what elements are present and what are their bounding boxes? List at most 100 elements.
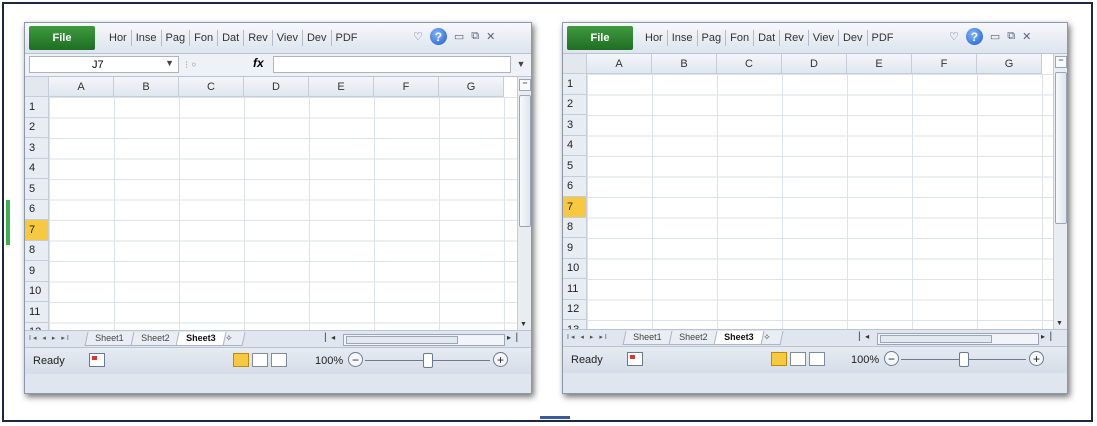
row-header-11[interactable]: 11 <box>25 302 49 323</box>
sheet-tab-3[interactable]: Sheet3 <box>713 331 765 345</box>
column-header-d[interactable]: D <box>782 54 847 74</box>
horizontal-scroll-thumb[interactable] <box>880 335 992 343</box>
tab-insert[interactable]: Inse <box>666 30 697 46</box>
tab-home[interactable]: Hor <box>641 30 667 46</box>
zoom-out-icon[interactable]: − <box>348 352 363 367</box>
expand-formula-bar-icon[interactable]: ▼ <box>515 56 527 73</box>
column-header-f[interactable]: F <box>912 54 977 74</box>
row-header-1[interactable]: 1 <box>563 74 587 95</box>
tab-insert[interactable]: Inse <box>130 30 161 46</box>
help-icon[interactable]: ? <box>429 28 447 45</box>
tab-review[interactable]: Rev <box>779 30 808 46</box>
zoom-level[interactable]: 100% <box>315 355 343 367</box>
sheet-tab-2[interactable]: Sheet2 <box>668 331 718 345</box>
horizontal-scroll-thumb[interactable] <box>346 336 458 344</box>
file-tab[interactable]: File <box>567 26 633 50</box>
insert-sheet-icon[interactable]: ✧ <box>760 331 784 345</box>
restore-icon[interactable]: ⧉ <box>471 30 479 43</box>
column-header-d[interactable]: D <box>244 77 309 97</box>
normal-view-icon[interactable] <box>233 353 249 367</box>
cells-area[interactable] <box>49 97 517 330</box>
scroll-right-icon[interactable]: ▸▕ <box>1041 332 1051 341</box>
column-header-b[interactable]: B <box>652 54 717 74</box>
select-all-corner[interactable] <box>563 54 587 74</box>
page-break-view-icon[interactable] <box>271 353 287 367</box>
row-header-10[interactable]: 10 <box>563 258 587 279</box>
vertical-scroll-thumb[interactable] <box>1055 72 1067 224</box>
row-header-2[interactable]: 2 <box>563 94 587 115</box>
horizontal-scrollbar[interactable] <box>877 333 1039 345</box>
row-header-10[interactable]: 10 <box>25 281 49 302</box>
ribbon-minimize-icon[interactable]: ♡ <box>413 30 423 43</box>
page-layout-view-icon[interactable] <box>790 352 806 366</box>
column-header-a[interactable]: A <box>587 54 652 74</box>
row-header-8[interactable]: 8 <box>25 240 49 261</box>
horizontal-scrollbar[interactable] <box>343 334 505 346</box>
scroll-down-icon[interactable]: ▼ <box>520 321 527 328</box>
tab-page-layout[interactable]: Pag <box>160 30 190 46</box>
row-header-4[interactable]: 4 <box>563 135 587 156</box>
row-header-11[interactable]: 11 <box>563 279 587 300</box>
row-header-1[interactable]: 1 <box>25 97 49 118</box>
scroll-left-icon[interactable]: ▏◂ <box>325 333 335 342</box>
row-header-6[interactable]: 6 <box>25 199 49 220</box>
vertical-scrollbar[interactable]: ═ ▼ <box>1053 54 1067 329</box>
row-header-12[interactable]: 12 <box>563 299 587 320</box>
tab-pdf[interactable]: PDF <box>330 30 362 46</box>
row-header-2[interactable]: 2 <box>25 117 49 138</box>
page-layout-view-icon[interactable] <box>252 353 268 367</box>
row-header-7[interactable]: 7 <box>563 197 587 218</box>
split-box-icon[interactable]: ═ <box>519 79 531 91</box>
zoom-in-icon[interactable]: + <box>493 352 508 367</box>
zoom-slider-thumb[interactable] <box>423 353 433 368</box>
file-tab[interactable]: File <box>29 26 95 50</box>
column-header-e[interactable]: E <box>309 77 374 97</box>
column-header-b[interactable]: B <box>114 77 179 97</box>
sheet-tab-1[interactable]: Sheet1 <box>622 331 673 345</box>
tab-developer[interactable]: Dev <box>301 30 331 46</box>
row-header-3[interactable]: 3 <box>25 138 49 159</box>
cells-area[interactable] <box>587 74 1053 329</box>
normal-view-icon[interactable] <box>771 352 787 366</box>
macro-record-icon[interactable] <box>627 352 643 366</box>
zoom-in-icon[interactable]: + <box>1029 351 1044 366</box>
tab-view[interactable]: Viev <box>271 30 302 46</box>
restore-icon[interactable]: ⧉ <box>1007 30 1015 43</box>
sheet-tab-1[interactable]: Sheet1 <box>84 332 135 346</box>
tab-developer[interactable]: Dev <box>837 30 867 46</box>
row-header-9[interactable]: 9 <box>563 238 587 259</box>
column-header-a[interactable]: A <box>49 77 114 97</box>
scroll-left-icon[interactable]: ▏◂ <box>859 332 869 341</box>
formula-input[interactable] <box>273 56 511 73</box>
minimize-icon[interactable]: ▭ <box>454 30 464 43</box>
row-header-3[interactable]: 3 <box>563 115 587 136</box>
split-box-icon[interactable]: ═ <box>1055 56 1067 68</box>
row-header-5[interactable]: 5 <box>563 156 587 177</box>
ribbon-minimize-icon[interactable]: ♡ <box>949 30 959 43</box>
macro-record-icon[interactable] <box>89 353 105 367</box>
page-break-view-icon[interactable] <box>809 352 825 366</box>
row-header-6[interactable]: 6 <box>563 176 587 197</box>
tab-review[interactable]: Rev <box>243 30 272 46</box>
tab-pdf[interactable]: PDF <box>866 30 898 46</box>
column-header-c[interactable]: C <box>179 77 244 97</box>
sheet-nav-icons[interactable]: I◂ ◂ ▸ ▸I <box>567 333 609 341</box>
tab-page-layout[interactable]: Pag <box>696 30 726 46</box>
tab-home[interactable]: Hor <box>105 30 131 46</box>
insert-function-icon[interactable]: fx <box>253 56 264 70</box>
row-header-9[interactable]: 9 <box>25 261 49 282</box>
zoom-level[interactable]: 100% <box>851 354 879 366</box>
column-header-c[interactable]: C <box>717 54 782 74</box>
close-icon[interactable]: ✕ <box>1022 30 1031 43</box>
sheet-tab-2[interactable]: Sheet2 <box>130 332 180 346</box>
name-box[interactable]: J7 ▼ <box>29 56 179 73</box>
row-header-7[interactable]: 7 <box>25 220 49 241</box>
close-icon[interactable]: ✕ <box>486 30 495 43</box>
sheet-nav-icons[interactable]: I◂ ◂ ▸ ▸I <box>29 334 71 342</box>
column-header-g[interactable]: G <box>977 54 1042 74</box>
zoom-out-icon[interactable]: − <box>884 351 899 366</box>
minimize-icon[interactable]: ▭ <box>990 30 1000 43</box>
tab-view[interactable]: Viev <box>807 30 838 46</box>
tab-formulas[interactable]: Fon <box>725 30 753 46</box>
help-icon[interactable]: ? <box>965 28 983 45</box>
